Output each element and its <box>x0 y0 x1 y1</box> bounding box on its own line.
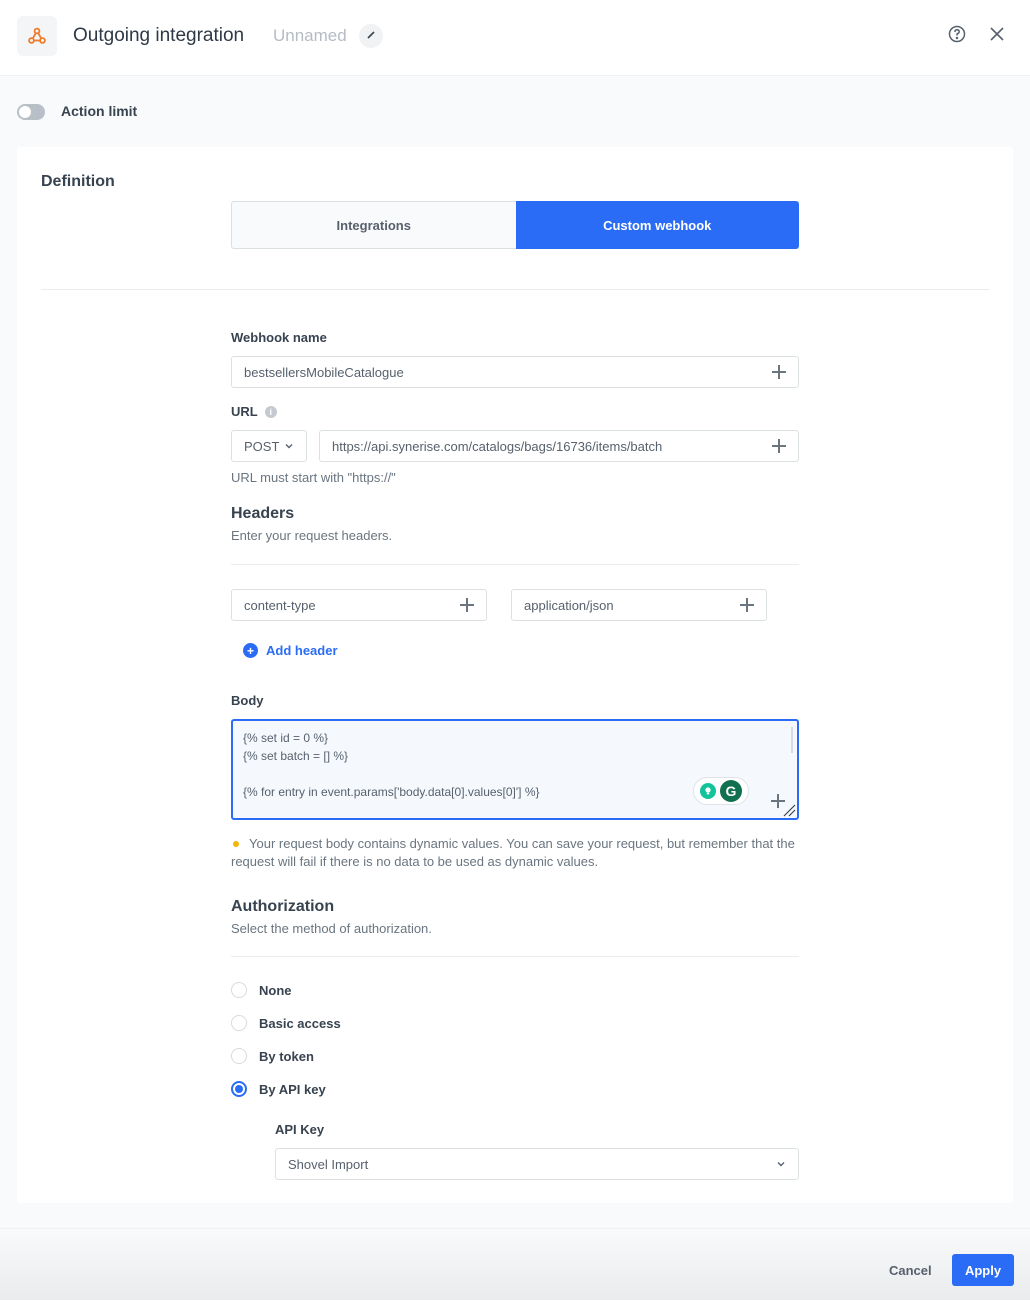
info-icon[interactable]: i <box>264 405 277 418</box>
chevron-down-icon <box>776 1157 786 1172</box>
divider <box>231 564 799 565</box>
dynamic-values-warning: Your request body contains dynamic value… <box>231 835 799 871</box>
url-input[interactable]: https://api.synerise.com/catalogs/bags/1… <box>319 430 799 462</box>
grammarly-icon: G <box>720 780 742 802</box>
cancel-button[interactable]: Cancel <box>877 1254 944 1286</box>
action-limit-label: Action limit <box>61 103 138 119</box>
headers-description: Enter your request headers. <box>231 528 393 543</box>
auth-option-label: By token <box>259 1048 314 1064</box>
plus-icon[interactable] <box>772 365 786 379</box>
integration-name: Unnamed <box>273 26 347 45</box>
header-key-value: content-type <box>244 597 316 613</box>
headers-title: Headers <box>231 505 295 522</box>
modal-footer: Cancel Apply <box>0 1228 1030 1300</box>
radio-button[interactable] <box>231 982 247 998</box>
radio-button-checked[interactable] <box>231 1081 247 1097</box>
plus-icon[interactable] <box>772 439 786 453</box>
page-title: Outgoing integration <box>73 25 245 46</box>
body-label: Body <box>231 693 264 708</box>
auth-option-basic-access[interactable]: Basic access <box>231 1015 341 1031</box>
warning-text: Your request body contains dynamic value… <box>231 836 795 869</box>
api-key-value: Shovel Import <box>288 1156 369 1172</box>
chevron-down-icon <box>284 439 294 454</box>
radio-button[interactable] <box>231 1048 247 1064</box>
authorization-title: Authorization <box>231 898 335 915</box>
plus-icon[interactable] <box>740 598 754 612</box>
divider <box>231 956 799 957</box>
auth-option-label: Basic access <box>259 1015 341 1031</box>
resize-handle-icon[interactable] <box>782 803 796 817</box>
method-select[interactable]: POST <box>231 430 307 462</box>
divider <box>41 289 989 290</box>
header-value-value: application/json <box>524 597 614 613</box>
auth-option-label: By API key <box>259 1081 326 1097</box>
body-line: {% set id = 0 %} <box>243 731 329 745</box>
add-header-button[interactable]: + Add header <box>243 643 338 658</box>
grammarly-widget[interactable]: G <box>693 777 749 805</box>
tab-integrations[interactable]: Integrations <box>231 201 516 249</box>
pencil-icon <box>366 27 376 45</box>
header-key-input[interactable]: content-type <box>231 589 487 621</box>
api-key-label: API Key <box>275 1122 325 1137</box>
warning-dot-icon <box>233 840 239 847</box>
api-key-select[interactable]: Shovel Import <box>275 1148 799 1180</box>
webhook-name-input[interactable]: bestsellersMobileCatalogue <box>231 356 799 388</box>
authorization-description: Select the method of authorization. <box>231 921 432 936</box>
help-button[interactable] <box>946 25 968 47</box>
definition-tabs: Integrations Custom webhook <box>231 201 799 249</box>
webhook-name-label: Webhook name <box>231 330 327 345</box>
url-hint: URL must start with "https://" <box>231 470 396 485</box>
add-header-label: Add header <box>266 643 338 658</box>
help-circle-icon <box>948 25 966 48</box>
apply-button[interactable]: Apply <box>952 1254 1014 1286</box>
modal-header: Outgoing integration Unnamed <box>0 0 1030 76</box>
method-value: POST <box>244 438 280 454</box>
auth-option-by-token[interactable]: By token <box>231 1048 314 1064</box>
auth-option-label: None <box>259 982 292 998</box>
url-label: URL <box>231 404 258 419</box>
scrollbar[interactable] <box>791 727 793 753</box>
auth-option-none[interactable]: None <box>231 982 292 998</box>
body-textarea[interactable]: {% set id = 0 %} {% set batch = [] %} {%… <box>231 719 799 820</box>
action-limit-toggle[interactable] <box>17 104 45 120</box>
lightbulb-icon <box>700 783 716 799</box>
plus-icon[interactable] <box>460 598 474 612</box>
definition-card: Definition Integrations Custom webhook W… <box>17 147 1013 1203</box>
plus-circle-icon: + <box>243 643 258 658</box>
radio-button[interactable] <box>231 1015 247 1031</box>
tab-custom-webhook[interactable]: Custom webhook <box>515 201 799 249</box>
auth-option-by-api-key[interactable]: By API key <box>231 1081 326 1097</box>
close-icon <box>990 26 1004 46</box>
close-button[interactable] <box>986 25 1008 47</box>
definition-title: Definition <box>41 173 115 190</box>
url-label-row: URL i <box>231 404 277 419</box>
webhook-icon <box>17 16 57 56</box>
webhook-name-value: bestsellersMobileCatalogue <box>244 364 404 380</box>
header-value-input[interactable]: application/json <box>511 589 767 621</box>
url-value: https://api.synerise.com/catalogs/bags/1… <box>332 438 663 454</box>
edit-name-button[interactable] <box>359 24 383 48</box>
body-line: {% set batch = [] %} <box>243 749 349 763</box>
